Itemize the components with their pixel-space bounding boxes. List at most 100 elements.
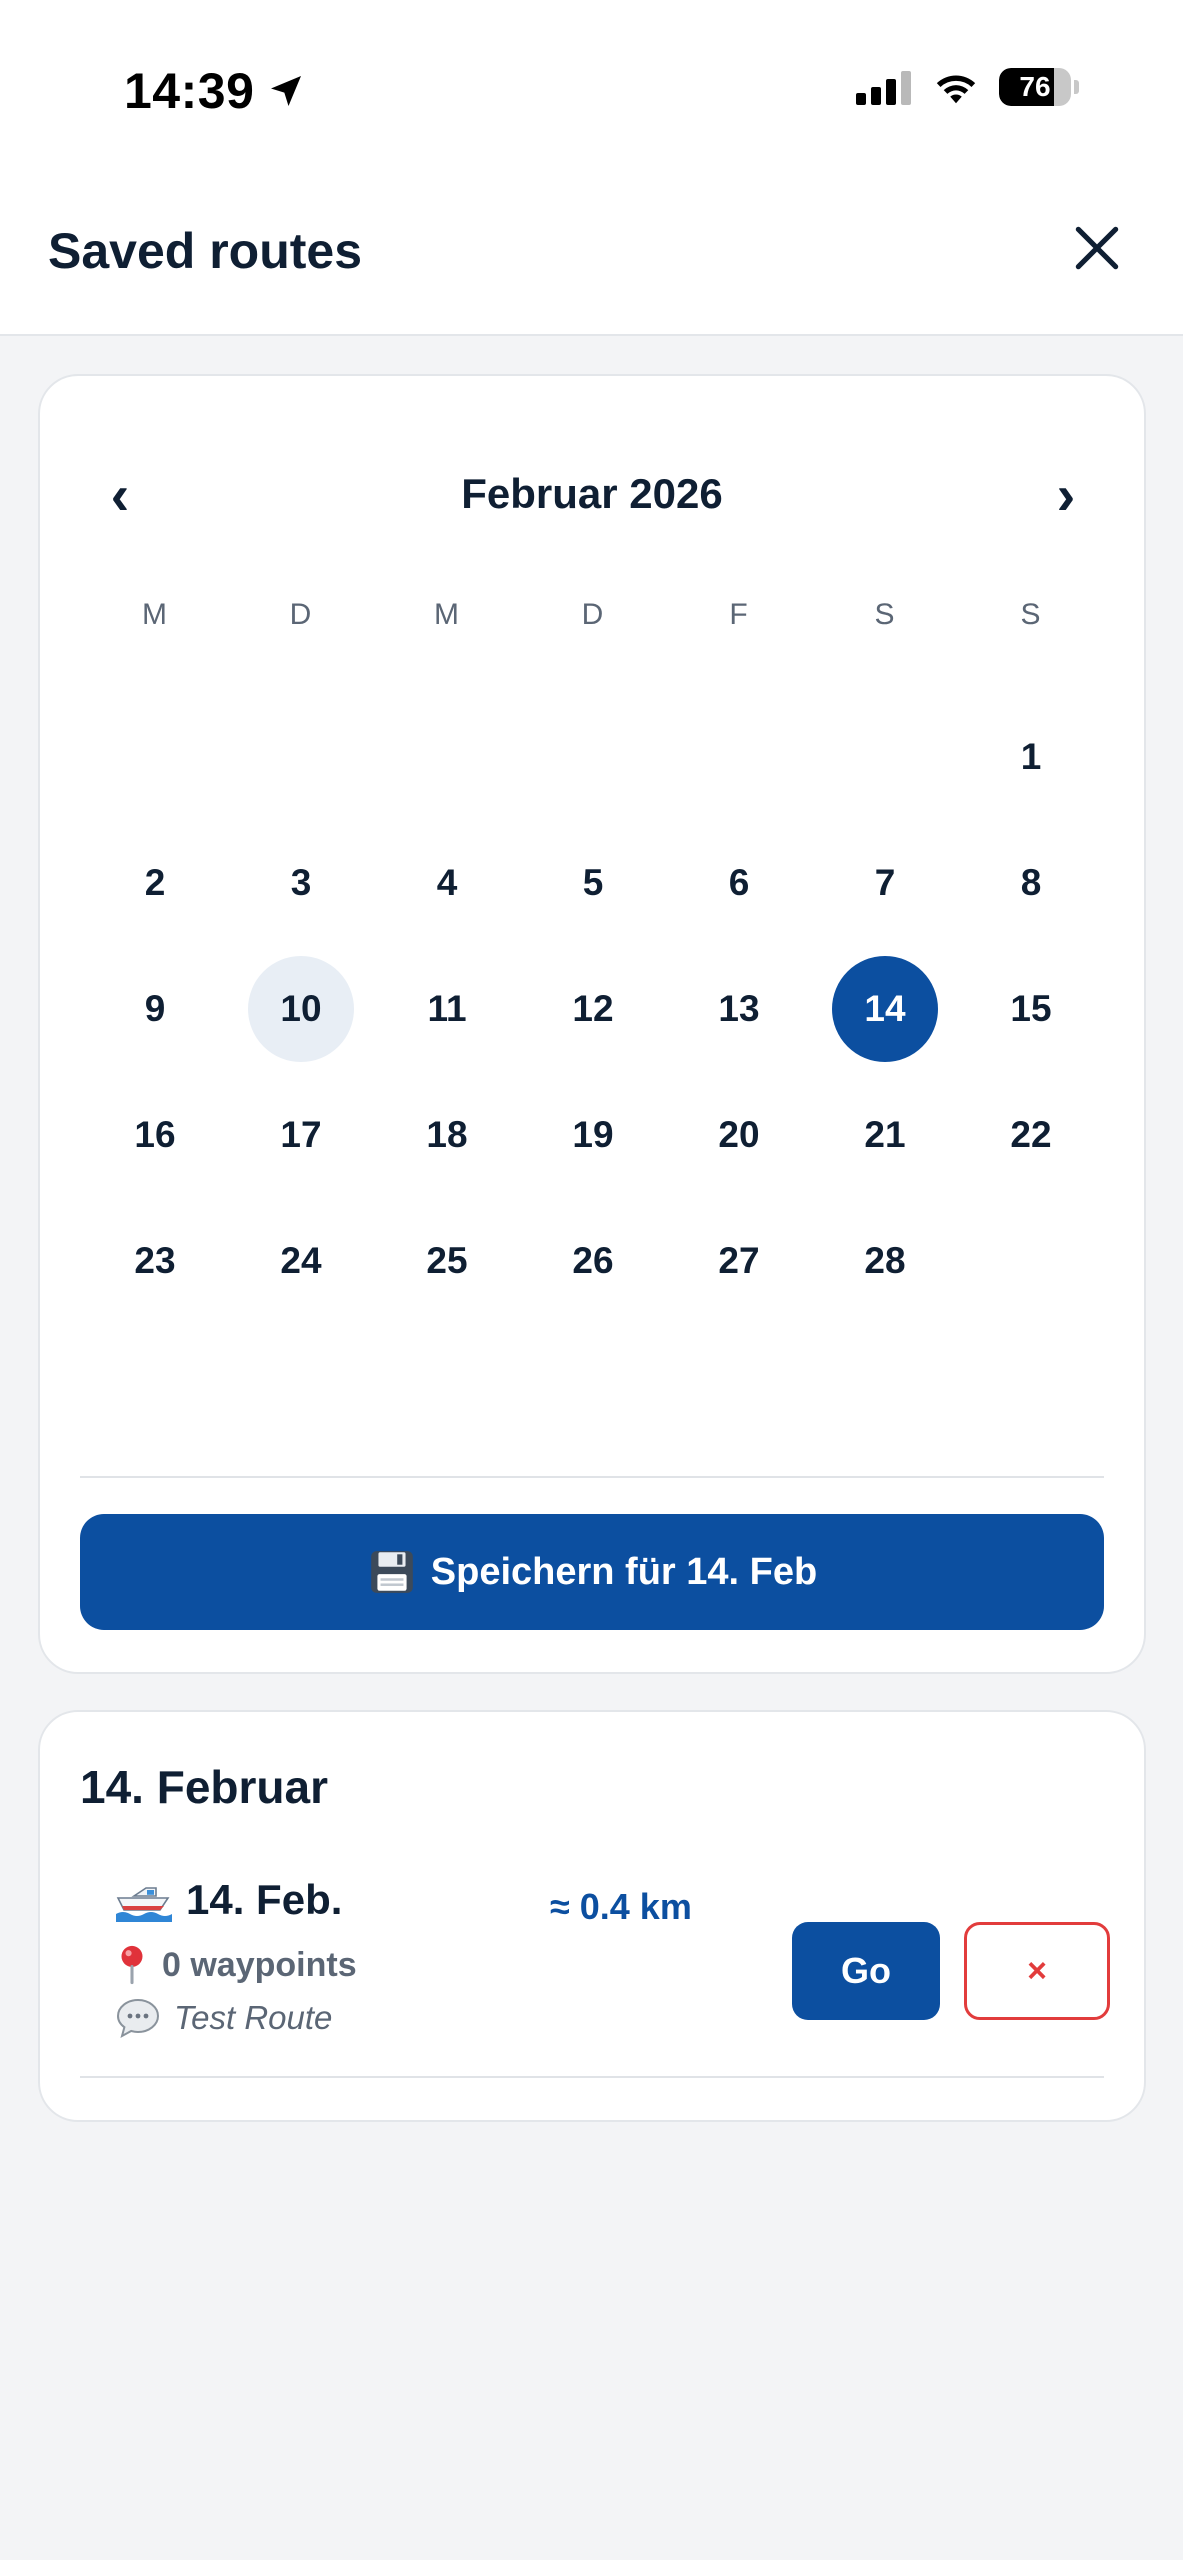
- route-distance: ≈ 0.4 km: [550, 1886, 692, 1927]
- close-button[interactable]: [1065, 216, 1129, 280]
- route-waypoints-text: 0 waypoints: [162, 1945, 357, 1984]
- calendar-day[interactable]: 7: [812, 820, 958, 946]
- save-route-button[interactable]: Speichern für 14. Feb: [80, 1514, 1104, 1630]
- calendar-day[interactable]: 20: [666, 1072, 812, 1198]
- calendar-day-empty: [228, 694, 374, 820]
- calendar-day-number: 18: [426, 1114, 468, 1155]
- calendar-day-number: 12: [572, 988, 614, 1029]
- calendar-day-number: 26: [572, 1240, 614, 1281]
- speech-bubble-icon: [116, 1998, 160, 2038]
- calendar-day[interactable]: 11: [374, 946, 520, 1072]
- calendar-day[interactable]: 4: [374, 820, 520, 946]
- wifi-icon: [936, 75, 976, 104]
- calendar-day[interactable]: 6: [666, 820, 812, 946]
- cellular-signal-icon: [851, 69, 911, 105]
- calendar-day-empty: [374, 694, 520, 820]
- calendar-day-today[interactable]: 10: [228, 946, 374, 1072]
- battery-tip: [1074, 80, 1079, 94]
- calendar-day-number: 25: [426, 1240, 468, 1281]
- weekday-label: D: [289, 598, 313, 631]
- calendar-day-number: 27: [718, 1240, 760, 1281]
- calendar-day[interactable]: 1: [958, 694, 1104, 820]
- calendar-day[interactable]: 16: [82, 1072, 228, 1198]
- calendar-day-number: 16: [134, 1114, 176, 1155]
- route-title: 14. Feb.: [116, 1876, 342, 1924]
- calendar-day[interactable]: 21: [812, 1072, 958, 1198]
- calendar-day-number: 9: [144, 988, 166, 1029]
- routes-section-title: 14. Februar: [80, 1761, 328, 1813]
- calendar-day-number: 6: [728, 862, 750, 903]
- calendar-day[interactable]: 5: [520, 820, 666, 946]
- calendar-day-number: 8: [1020, 862, 1042, 903]
- calendar-day-number: 28: [864, 1240, 906, 1281]
- calendar-day[interactable]: 9: [82, 946, 228, 1072]
- route-note: Test Route: [116, 1998, 332, 2038]
- save-route-button-label: Speichern für 14. Feb: [430, 1550, 818, 1593]
- calendar-day-number: 7: [874, 862, 896, 903]
- close-icon: [1075, 226, 1119, 270]
- page-title: Saved routes: [48, 223, 363, 279]
- boat-icon: [116, 1878, 172, 1922]
- top-bar: 14:39 76 Saved routes: [0, 0, 1183, 336]
- calendar-card: ‹ Februar 2026 › M D M D F S S 123456789…: [38, 374, 1146, 1674]
- calendar-day-number: 10: [248, 956, 354, 1062]
- calendar-day-empty: [666, 694, 812, 820]
- delete-route-button[interactable]: ×: [964, 1922, 1110, 2020]
- route-name: 14. Feb.: [186, 1876, 343, 1923]
- calendar-day-empty: [82, 694, 228, 820]
- floppy-disk-icon: [367, 1547, 417, 1597]
- calendar-day[interactable]: 23: [82, 1198, 228, 1324]
- calendar-day-number: 20: [718, 1114, 760, 1155]
- calendar-day-number: 5: [582, 862, 604, 903]
- calendar-day-number: 21: [864, 1114, 906, 1155]
- status-icons: 76: [851, 68, 1079, 106]
- battery-icon: 76: [999, 68, 1071, 106]
- weekday-label: M: [142, 598, 168, 631]
- month-navigation: ‹ Februar 2026 ›: [40, 454, 1144, 534]
- weekday-label: F: [729, 598, 749, 631]
- calendar-day-number: 15: [1010, 988, 1052, 1029]
- battery-percent: 76: [1019, 71, 1051, 102]
- pin-icon: [116, 1944, 148, 1986]
- weekday-header: M D M D F S S: [82, 598, 1104, 632]
- weekday-label: S: [1020, 598, 1042, 631]
- calendar-day-number: 23: [134, 1240, 176, 1281]
- next-month-button[interactable]: ›: [1026, 454, 1106, 534]
- calendar-day-number: 24: [280, 1240, 322, 1281]
- status-time: 14:39: [124, 62, 306, 120]
- calendar-day-number: 2: [144, 862, 166, 903]
- calendar-day[interactable]: 19: [520, 1072, 666, 1198]
- calendar-day-number: 4: [436, 862, 458, 903]
- route-note-text: Test Route: [174, 1999, 333, 2036]
- calendar-day-number: 19: [572, 1114, 614, 1155]
- calendar-day[interactable]: 22: [958, 1072, 1104, 1198]
- calendar-day[interactable]: 28: [812, 1198, 958, 1324]
- calendar-day[interactable]: 24: [228, 1198, 374, 1324]
- divider: [80, 1476, 1104, 1478]
- calendar-day[interactable]: 13: [666, 946, 812, 1072]
- calendar-day[interactable]: 26: [520, 1198, 666, 1324]
- calendar-day[interactable]: 2: [82, 820, 228, 946]
- calendar-day-number: 17: [280, 1114, 322, 1155]
- calendar-day-empty: [812, 694, 958, 820]
- calendar-day-empty: [520, 694, 666, 820]
- calendar-day[interactable]: 12: [520, 946, 666, 1072]
- calendar-day[interactable]: 3: [228, 820, 374, 946]
- calendar-day[interactable]: 15: [958, 946, 1104, 1072]
- days-grid: 1 2 3 4 5 6 7 8 9 10 11 12 13 14 15 16 17 18 19 20 21 22 23 24 2…: [82, 694, 1104, 1324]
- calendar-day[interactable]: 8: [958, 820, 1104, 946]
- status-time-text: 14:39: [124, 63, 255, 119]
- route-waypoints: 0 waypoints: [116, 1944, 357, 1986]
- calendar-day-number: 14: [832, 956, 938, 1062]
- calendar-day[interactable]: 27: [666, 1198, 812, 1324]
- month-label: Februar 2026: [461, 470, 723, 517]
- go-button[interactable]: Go: [792, 1922, 940, 2020]
- weekday-label: M: [434, 598, 460, 631]
- calendar-day[interactable]: 25: [374, 1198, 520, 1324]
- calendar-day[interactable]: 17: [228, 1072, 374, 1198]
- calendar-day-number: 11: [427, 988, 467, 1029]
- calendar-day-selected[interactable]: 14: [812, 946, 958, 1072]
- calendar-day[interactable]: 18: [374, 1072, 520, 1198]
- location-arrow-icon: [271, 76, 302, 106]
- calendar-day-number: 13: [718, 988, 760, 1029]
